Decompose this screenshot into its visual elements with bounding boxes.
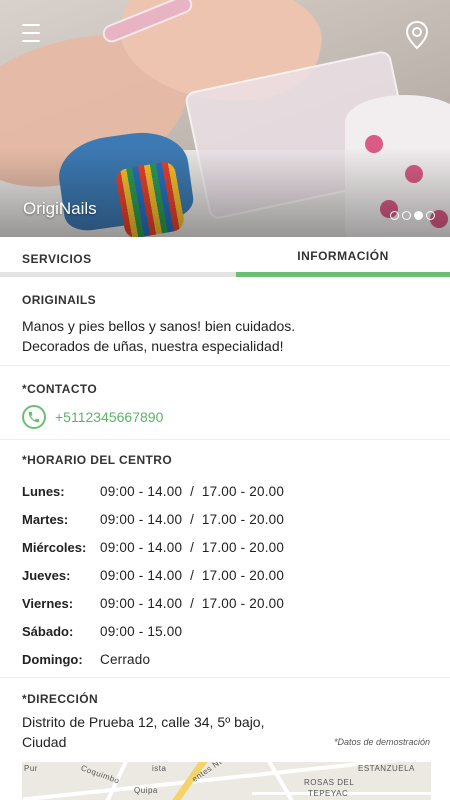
about-text: Manos y pies bellos y sanos! bien cuidad… [22,316,428,356]
address-line: Distrito de Prueba 12, calle 34, 5º bajo… [22,714,265,730]
map-label: TEPEYAC [308,789,349,798]
hours-row: Viernes: 09:00 - 14.00 / 17.00 - 20.00 [22,589,428,617]
tab-bar: SERVICIOS INFORMACIÓN [0,237,450,277]
hero-image: OrigiNails [0,0,450,237]
hours-row: Martes: 09:00 - 14.00 / 17.00 - 20.00 [22,505,428,533]
hours-day: Jueves: [22,567,71,583]
map-label: ROSAS DEL [304,778,355,787]
hours-row: Sábado: 09:00 - 15.00 [22,617,428,645]
hours-time: Cerrado [100,651,151,667]
hours-row: Lunes: 09:00 - 14.00 / 17.00 - 20.00 [22,477,428,505]
hours-time: 09:00 - 14.00 / 17.00 - 20.00 [100,483,285,499]
hours-day: Sábado: [22,623,74,639]
phone-glyph [28,411,40,423]
slider-dot[interactable] [390,211,399,220]
hours-table: Lunes: 09:00 - 14.00 / 17.00 - 20.00 Mart… [22,477,428,673]
hours-time: 09:00 - 15.00 [100,623,183,639]
demo-data-note: *Datos de demostración [333,737,430,747]
map-label: ista [152,764,167,773]
map-label: Quipa [134,786,158,795]
location-button[interactable] [404,20,430,50]
section-title: ORIGINAILS [22,293,97,307]
tab-servicios[interactable]: SERVICIOS [0,237,236,277]
hours-day: Martes: [22,511,69,527]
hours-time: 09:00 - 14.00 / 17.00 - 20.00 [100,511,285,527]
info-content: ORIGINAILS Manos y pies bellos y sanos! … [0,277,450,800]
section-title: *HORARIO DEL CENTRO [22,453,173,467]
hours-time: 09:00 - 14.00 / 17.00 - 20.00 [100,567,285,583]
address-line: Ciudad [22,734,67,750]
map-label: ESTANZUELA [358,764,415,773]
hours-day: Domingo: [22,651,83,667]
tab-informacion[interactable]: INFORMACIÓN [236,237,450,277]
about-line: Manos y pies bellos y sanos! bien cuidad… [22,318,296,334]
tab-label: SERVICIOS [22,252,92,266]
location-pin-icon [405,20,429,50]
phone-icon[interactable] [22,405,46,429]
map-label: Coquimbo [79,763,121,786]
slider-dots [390,211,435,220]
business-name: OrigiNails [23,199,97,218]
hours-day: Viernes: [22,595,74,611]
hours-day: Miércoles: [22,539,87,555]
hours-row: Jueves: 09:00 - 14.00 / 17.00 - 20.00 [22,561,428,589]
phone-number-link[interactable]: +5112345667890 [55,409,163,425]
hours-section: *HORARIO DEL CENTRO Lunes: 09:00 - 14.00 … [0,440,450,678]
hamburger-icon [22,24,40,26]
about-section: ORIGINAILS Manos y pies bellos y sanos! … [0,277,450,366]
hours-row: Miércoles: 09:00 - 14.00 / 17.00 - 20.00 [22,533,428,561]
slider-dot[interactable] [426,211,435,220]
contact-section: *CONTACTO +5112345667890 [0,366,450,440]
hours-row: Domingo: Cerrado [22,645,428,673]
hamburger-icon [22,32,40,34]
slider-dot-active[interactable] [414,211,423,220]
address-text: Distrito de Prueba 12, calle 34, 5º bajo… [22,712,312,752]
section-title: *DIRECCIÓN [22,692,99,706]
about-line: Decorados de uñas, nuestra especialidad! [22,338,284,354]
menu-button[interactable] [22,24,40,42]
location-map[interactable]: Pur Coquimbo ista Quipa entes Nt ESTANZU… [22,762,431,800]
hours-time: 09:00 - 14.00 / 17.00 - 20.00 [100,595,285,611]
slider-dot[interactable] [402,211,411,220]
hamburger-icon [22,40,40,42]
section-title: *CONTACTO [22,382,98,396]
hero-shade [0,147,450,237]
phone-row[interactable]: +5112345667890 [22,405,428,429]
hours-time: 09:00 - 14.00 / 17.00 - 20.00 [100,539,285,555]
hours-day: Lunes: [22,483,65,499]
tab-label: INFORMACIÓN [297,249,389,263]
map-label: Pur [24,764,38,773]
address-section: *DIRECCIÓN Distrito de Prueba 12, calle … [0,678,450,800]
